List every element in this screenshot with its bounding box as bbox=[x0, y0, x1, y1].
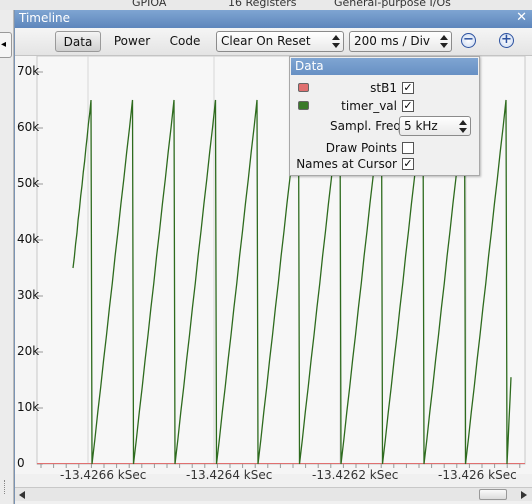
signal-row-timer-val: timer_val ✓ bbox=[290, 99, 479, 115]
signal-checkbox-stb1[interactable]: ✓ bbox=[402, 82, 414, 94]
data-panel: Data stB1 ✓ timer_val ✓ Sampl. Freq 5 kH… bbox=[289, 56, 480, 176]
background-item-gpio: GPIOA bbox=[132, 0, 167, 9]
background-item-description: General-purpose I/Os bbox=[334, 0, 451, 9]
signal-color-swatch bbox=[298, 83, 309, 92]
y-tick-label: 10k bbox=[17, 400, 40, 414]
toolbar: Data Power Code Clear On Reset 200 ms / … bbox=[15, 28, 532, 56]
tree-line bbox=[4, 480, 12, 494]
close-icon[interactable]: ✕ bbox=[516, 10, 527, 25]
x-tick-label: -13.4266 kSec bbox=[60, 468, 147, 482]
y-tick-label: 70k bbox=[17, 64, 40, 78]
timeline-window: Timeline ✕ Data Power Code Clear On Rese… bbox=[14, 10, 532, 504]
tab-data[interactable]: Data bbox=[55, 31, 101, 52]
left-sidebar-edge: ◂ bbox=[0, 10, 14, 504]
reset-mode-value: Clear On Reset bbox=[221, 34, 311, 48]
sampl-freq-select[interactable]: 5 kHz bbox=[399, 116, 471, 136]
reset-mode-select[interactable]: Clear On Reset bbox=[216, 31, 344, 52]
tab-power[interactable]: Power bbox=[109, 31, 155, 52]
draw-points-row: Draw Points bbox=[290, 141, 479, 157]
scroll-left-icon[interactable] bbox=[19, 491, 25, 499]
names-cursor-label: Names at Cursor bbox=[296, 157, 397, 171]
time-div-value: 200 ms / Div bbox=[354, 34, 431, 48]
names-cursor-row: Names at Cursor ✓ bbox=[290, 157, 479, 173]
draw-points-checkbox[interactable] bbox=[402, 142, 414, 154]
x-tick-label: -13.426 kSec bbox=[438, 468, 517, 482]
zoom-out-icon[interactable]: − bbox=[461, 33, 476, 48]
zoom-in-icon[interactable]: + bbox=[499, 33, 514, 48]
signal-color-swatch bbox=[298, 101, 309, 110]
y-tick-label: 30k bbox=[17, 288, 40, 302]
signal-row-stb1: stB1 ✓ bbox=[290, 81, 479, 97]
signal-checkbox-timer-val[interactable]: ✓ bbox=[402, 100, 414, 112]
x-tick-label: -13.4264 kSec bbox=[186, 468, 273, 482]
sampl-freq-value: 5 kHz bbox=[404, 119, 438, 133]
data-panel-title: Data bbox=[291, 58, 478, 75]
background-item-registers: 16 Registers bbox=[228, 0, 297, 9]
sampl-freq-label: Sampl. Freq bbox=[330, 119, 401, 133]
y-tick-label: 50k bbox=[17, 176, 40, 190]
tab-code[interactable]: Code bbox=[163, 31, 207, 52]
spin-arrows-icon bbox=[440, 34, 448, 49]
signal-name: timer_val bbox=[341, 99, 397, 113]
draw-points-label: Draw Points bbox=[325, 141, 397, 155]
title-bar: Timeline ✕ bbox=[15, 10, 532, 28]
background-strip: GPIOA 16 Registers General-purpose I/Os bbox=[0, 0, 532, 10]
spin-arrows-icon bbox=[332, 34, 340, 49]
scroll-thumb[interactable] bbox=[479, 489, 507, 500]
x-tick-label: -13.4262 kSec bbox=[312, 468, 399, 482]
spin-arrows-icon bbox=[459, 119, 467, 134]
y-tick-label: 0 bbox=[17, 456, 25, 470]
scroll-right-icon[interactable] bbox=[521, 491, 527, 499]
y-tick-label: 40k bbox=[17, 232, 40, 246]
time-div-select[interactable]: 200 ms / Div bbox=[349, 31, 452, 52]
names-cursor-checkbox[interactable]: ✓ bbox=[402, 158, 414, 170]
collapse-button[interactable]: ◂ bbox=[0, 32, 12, 58]
window-title: Timeline bbox=[19, 11, 71, 25]
y-tick-label: 20k bbox=[17, 344, 40, 358]
horizontal-scrollbar[interactable] bbox=[15, 487, 532, 501]
y-tick-label: 60k bbox=[17, 120, 40, 134]
signal-name: stB1 bbox=[370, 81, 397, 95]
